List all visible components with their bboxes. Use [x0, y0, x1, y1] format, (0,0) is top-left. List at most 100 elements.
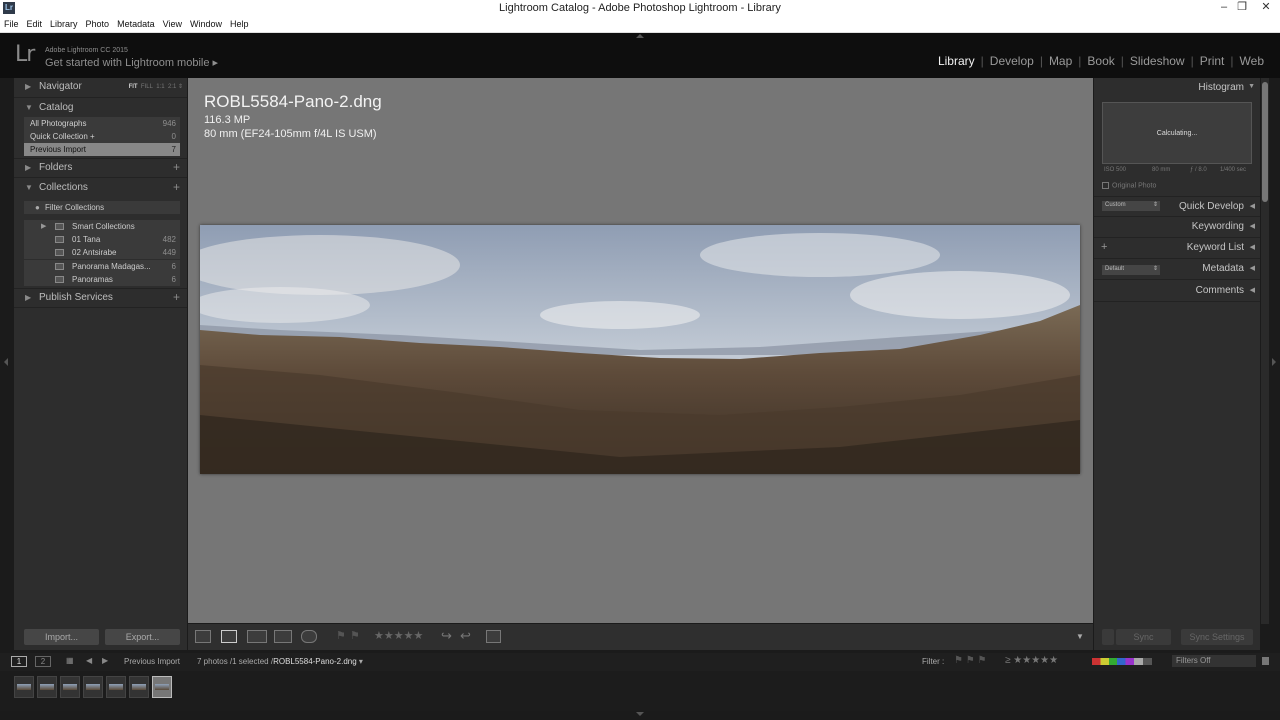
filmstrip-thumbnail[interactable]: [37, 676, 57, 698]
import-button[interactable]: Import...: [24, 629, 99, 645]
star-icon[interactable]: ★: [374, 630, 384, 642]
catalog-item-all-photographs[interactable]: All Photographs 946: [24, 117, 180, 130]
module-library[interactable]: Library: [932, 54, 981, 68]
keywording-header[interactable]: Keywording ◀: [1094, 217, 1260, 238]
filter-collections-field[interactable]: ● Filter Collections: [24, 201, 180, 214]
rotate-right-icon[interactable]: ↩: [460, 628, 471, 644]
filmstrip-thumbnail[interactable]: [83, 676, 103, 698]
collection-panoramas[interactable]: Panoramas 6: [24, 273, 180, 286]
toolbar-menu-chevron-down-icon[interactable]: ▼: [1076, 632, 1084, 641]
menu-file[interactable]: File: [0, 17, 23, 29]
grid-icon[interactable]: ▦: [66, 656, 74, 665]
star-icon[interactable]: ★: [414, 630, 424, 642]
flag-filter-icon[interactable]: ⚑ ⚑ ⚑: [954, 655, 986, 666]
smart-collection-icon: [55, 223, 64, 230]
auto-sync-toggle[interactable]: [1102, 629, 1114, 645]
collection-02-antsirabe[interactable]: 02 Antsirabe 449: [24, 246, 180, 259]
maximize-button[interactable]: ❐: [1232, 0, 1252, 17]
menu-window[interactable]: Window: [186, 17, 226, 29]
module-print[interactable]: Print: [1194, 54, 1231, 68]
histogram-display[interactable]: Calculating...: [1102, 102, 1252, 164]
color-label-filter[interactable]: [1092, 658, 1152, 665]
catalog-item-previous-import[interactable]: Previous Import 7: [24, 143, 180, 156]
filmstrip-thumbnail[interactable]: [152, 676, 172, 698]
add-keyword-icon[interactable]: +: [1101, 241, 1107, 253]
left-panel-buttons: Import... Export...: [14, 624, 187, 650]
star-rating[interactable]: ★★★★★: [374, 629, 423, 642]
secondary-window-button[interactable]: 2: [35, 656, 51, 667]
module-map[interactable]: Map: [1043, 54, 1078, 68]
sync-button[interactable]: Sync: [1116, 629, 1171, 645]
bottom-panel-toggle-icon[interactable]: [636, 712, 644, 716]
filmstrip-thumbnail[interactable]: [14, 676, 34, 698]
zoom-fill[interactable]: FILL: [141, 84, 153, 90]
star-icon[interactable]: ★: [384, 630, 394, 642]
comments-header[interactable]: Comments ◀: [1094, 281, 1260, 302]
compare-view-icon[interactable]: [247, 630, 267, 643]
star-filter-icon[interactable]: ≥ ★★★★★: [1005, 655, 1058, 666]
info-overlay-icon[interactable]: [486, 630, 501, 643]
export-button[interactable]: Export...: [105, 629, 180, 645]
star-icon[interactable]: ★: [394, 630, 404, 642]
collection-count: 6: [171, 275, 176, 284]
back-arrow-icon[interactable]: ◀: [86, 656, 92, 665]
lightroom-mobile-link[interactable]: Get started with Lightroom mobile ▸: [45, 56, 218, 69]
filter-lock-icon[interactable]: [1262, 657, 1269, 665]
menu-metadata[interactable]: Metadata: [113, 17, 159, 29]
flag-pick-icon[interactable]: ⚑: [336, 629, 346, 642]
navigator-header[interactable]: ▶ Navigator FIT FILL 1:1 2:1 ⇕: [14, 78, 187, 98]
collection-01-tana[interactable]: 01 Tana 482: [24, 233, 180, 246]
flag-reject-icon[interactable]: ⚑: [350, 629, 360, 642]
zoom-2-1[interactable]: 2:1: [168, 84, 176, 90]
keyword-list-header[interactable]: + Keyword List ◀: [1094, 238, 1260, 259]
minimize-button[interactable]: –: [1214, 0, 1234, 17]
loupe-view-icon[interactable]: [221, 630, 237, 643]
current-filename[interactable]: ROBL5584-Pano-2.dng: [273, 657, 357, 666]
forward-arrow-icon[interactable]: ▶: [102, 656, 108, 665]
collection-panorama-madagascar[interactable]: Panorama Madagas... 6: [24, 260, 180, 273]
right-panel-toggle[interactable]: [1269, 78, 1280, 650]
zoom-1-1[interactable]: 1:1: [156, 84, 164, 90]
filmstrip-thumbnail[interactable]: [129, 676, 149, 698]
scrollbar-thumb[interactable]: [1262, 82, 1268, 202]
filmstrip-thumbnail[interactable]: [106, 676, 126, 698]
filmstrip-thumbnail[interactable]: [60, 676, 80, 698]
catalog-header[interactable]: ▼ Catalog: [14, 99, 187, 119]
histogram-header[interactable]: Histogram ▼: [1094, 78, 1260, 99]
survey-view-icon[interactable]: [274, 630, 292, 643]
sync-settings-button[interactable]: Sync Settings: [1181, 629, 1253, 645]
rotate-left-icon[interactable]: ↪: [441, 628, 452, 644]
catalog-item-quick-collection[interactable]: Quick Collection + 0: [24, 130, 180, 143]
folders-header[interactable]: ▶ Folders +: [14, 158, 187, 178]
module-web[interactable]: Web: [1234, 54, 1270, 68]
right-panel-scrollbar[interactable]: [1261, 78, 1269, 624]
metadata-preset-select[interactable]: Default ⇕: [1102, 265, 1160, 275]
menu-view[interactable]: View: [159, 17, 186, 29]
left-panel-toggle[interactable]: [0, 78, 14, 650]
zoom-fit[interactable]: FIT: [129, 84, 138, 90]
add-collection-icon[interactable]: +: [173, 180, 180, 194]
module-slideshow[interactable]: Slideshow: [1124, 54, 1191, 68]
quick-develop-preset-select[interactable]: Custom ⇕: [1102, 201, 1160, 211]
menu-photo[interactable]: Photo: [82, 17, 114, 29]
menu-edit[interactable]: Edit: [23, 17, 47, 29]
module-develop[interactable]: Develop: [984, 54, 1040, 68]
collection-set-smart-collections[interactable]: ▶ Smart Collections: [24, 220, 180, 233]
collections-header[interactable]: ▼ Collections +: [14, 179, 187, 199]
top-panel-toggle-icon[interactable]: [636, 34, 644, 38]
add-publish-service-icon[interactable]: +: [173, 290, 180, 304]
module-book[interactable]: Book: [1081, 54, 1120, 68]
publish-services-header[interactable]: ▶ Publish Services +: [14, 288, 187, 308]
close-button[interactable]: ✕: [1256, 0, 1276, 17]
panorama-photo[interactable]: [200, 225, 1080, 474]
add-folder-icon[interactable]: +: [173, 160, 180, 174]
main-window-button[interactable]: 1: [11, 656, 27, 667]
star-icon[interactable]: ★: [404, 630, 414, 642]
filter-preset-select[interactable]: Filters Off: [1172, 655, 1256, 667]
menu-help[interactable]: Help: [226, 17, 253, 29]
menu-library[interactable]: Library: [46, 17, 82, 29]
grid-view-icon[interactable]: [195, 630, 211, 643]
people-view-icon[interactable]: [301, 630, 317, 643]
filmstrip-source[interactable]: Previous Import: [124, 657, 180, 666]
original-photo-checkbox[interactable]: Original Photo: [1102, 182, 1156, 189]
